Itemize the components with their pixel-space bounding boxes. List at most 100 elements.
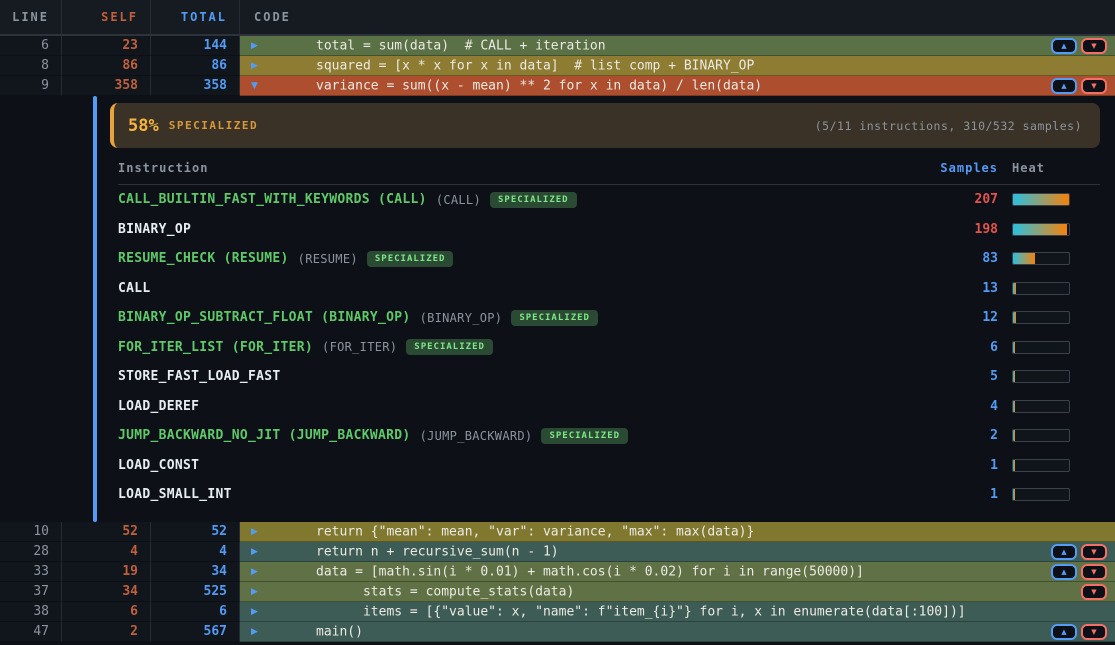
hotspot-nav-buttons: ▲ ▼: [1051, 544, 1107, 560]
heat-bar-fill: [1013, 430, 1015, 441]
instruction-row: JUMP_BACKWARD_NO_JIT (JUMP_BACKWARD) (JU…: [118, 421, 1100, 451]
down-arrow-icon: ▼: [1091, 588, 1096, 596]
code-line-row[interactable]: 33 19 34 ▶ data = [math.sin(i * 0.01) + …: [0, 562, 1115, 582]
code-line-row[interactable]: 47 2 567 ▶ main() ▲ ▼: [0, 622, 1115, 642]
instruction-base-opcode: (FOR_ITER): [322, 340, 397, 354]
next-hotspot-button[interactable]: ▼: [1081, 38, 1107, 54]
expand-toggle-icon[interactable]: ▶: [251, 587, 258, 597]
code-rows-top: 6 23 144 ▶ total = sum(data) # CALL + it…: [0, 36, 1115, 96]
code-cell[interactable]: ▶ return {"mean": mean, "var": variance,…: [240, 522, 1115, 542]
code-line-row[interactable]: 9 358 358 ▼ variance = sum((x - mean) **…: [0, 76, 1115, 96]
source-code: data = [math.sin(i * 0.01) + math.cos(i …: [316, 564, 864, 579]
self-samples: 52: [62, 522, 151, 542]
instruction-samples: 1: [928, 458, 998, 473]
line-number: 47: [0, 622, 62, 642]
instruction-base-opcode: (JUMP_BACKWARD): [420, 429, 533, 443]
specialized-badge: SPECIALIZED: [490, 192, 577, 208]
heat-bar-fill: [1013, 371, 1015, 382]
code-line-row[interactable]: 37 34 525 ▶ stats = compute_stats(data) …: [0, 582, 1115, 602]
prev-hotspot-button[interactable]: ▲: [1051, 78, 1077, 94]
down-arrow-icon: ▼: [1091, 82, 1096, 90]
instruction-name: FOR_ITER_LIST (FOR_ITER): [118, 340, 313, 355]
instruction-samples: 6: [928, 340, 998, 355]
instruction-name: CALL_BUILTIN_FAST_WITH_KEYWORDS (CALL): [118, 192, 427, 207]
instruction-row: STORE_FAST_LOAD_FAST 5: [118, 362, 1100, 392]
next-hotspot-button[interactable]: ▼: [1081, 624, 1107, 640]
expand-toggle-icon[interactable]: ▶: [251, 61, 258, 71]
heat-bar-fill: [1013, 194, 1069, 205]
code-cell[interactable]: ▶ squared = [x * x for x in data] # list…: [240, 56, 1115, 76]
column-header-line: LINE: [0, 0, 62, 34]
instruction-samples: 207: [928, 192, 998, 207]
source-code: stats = compute_stats(data): [316, 584, 574, 599]
expand-toggle-icon[interactable]: ▶: [251, 41, 258, 51]
next-hotspot-button[interactable]: ▼: [1081, 544, 1107, 560]
heat-bar-fill: [1013, 460, 1015, 471]
down-arrow-icon: ▼: [1091, 628, 1096, 636]
next-hotspot-button[interactable]: ▼: [1081, 564, 1107, 580]
down-arrow-icon: ▼: [1091, 548, 1096, 556]
instruction-row: FOR_ITER_LIST (FOR_ITER) (FOR_ITER) SPEC…: [118, 333, 1100, 363]
code-cell[interactable]: ▶ items = [{"value": x, "name": f"item_{…: [240, 602, 1115, 622]
code-cell[interactable]: ▶ stats = compute_stats(data) ▼: [240, 582, 1115, 602]
instruction-samples: 198: [928, 222, 998, 237]
source-code: squared = [x * x for x in data] # list c…: [316, 58, 754, 73]
prev-hotspot-button[interactable]: ▲: [1051, 544, 1077, 560]
expand-toggle-icon[interactable]: ▶: [251, 547, 258, 557]
self-samples: 2: [62, 622, 151, 642]
expand-toggle-icon[interactable]: ▶: [251, 627, 258, 637]
prev-hotspot-button[interactable]: ▲: [1051, 624, 1077, 640]
code-cell[interactable]: ▶ data = [math.sin(i * 0.01) + math.cos(…: [240, 562, 1115, 582]
line-number: 6: [0, 36, 62, 56]
expand-toggle-icon[interactable]: ▼: [251, 81, 258, 91]
instruction-row: LOAD_CONST 1: [118, 451, 1100, 481]
code-cell[interactable]: ▶ main() ▲ ▼: [240, 622, 1115, 642]
source-code: return n + recursive_sum(n - 1): [316, 544, 559, 559]
expand-toggle-icon[interactable]: ▶: [251, 527, 258, 537]
instruction-row: CALL 13: [118, 274, 1100, 304]
prev-hotspot-button[interactable]: ▲: [1051, 38, 1077, 54]
instruction-row: CALL_BUILTIN_FAST_WITH_KEYWORDS (CALL) (…: [118, 185, 1100, 215]
source-code: variance = sum((x - mean) ** 2 for x in …: [316, 78, 762, 93]
instruction-row: BINARY_OP_SUBTRACT_FLOAT (BINARY_OP) (BI…: [118, 303, 1100, 333]
expansion-indicator-line: [93, 96, 97, 522]
expand-toggle-icon[interactable]: ▶: [251, 567, 258, 577]
code-line-row[interactable]: 10 52 52 ▶ return {"mean": mean, "var": …: [0, 522, 1115, 542]
heat-bar: [1012, 223, 1070, 236]
heat-bar: [1012, 252, 1070, 265]
code-cell[interactable]: ▶ total = sum(data) # CALL + iteration ▲…: [240, 36, 1115, 56]
specialization-summary: 58% SPECIALIZED (5/11 instructions, 310/…: [110, 103, 1100, 148]
instruction-name: LOAD_DEREF: [118, 399, 199, 414]
instruction-samples: 1: [928, 487, 998, 502]
line-number: 33: [0, 562, 62, 582]
instruction-base-opcode: (RESUME): [298, 252, 358, 266]
heat-bar: [1012, 488, 1070, 501]
instruction-row: BINARY_OP 198: [118, 215, 1100, 245]
next-hotspot-button[interactable]: ▼: [1081, 584, 1107, 600]
heat-bar-fill: [1013, 224, 1067, 235]
code-cell[interactable]: ▶ return n + recursive_sum(n - 1) ▲ ▼: [240, 542, 1115, 562]
instruction-table: Instruction Samples Heat CALL_BUILTIN_FA…: [118, 161, 1100, 510]
hotspot-nav-buttons: ▼: [1081, 584, 1107, 600]
specialization-counts: (5/11 instructions, 310/532 samples): [815, 119, 1082, 133]
code-line-row[interactable]: 38 6 6 ▶ items = [{"value": x, "name": f…: [0, 602, 1115, 622]
specialized-badge: SPECIALIZED: [406, 339, 493, 355]
next-hotspot-button[interactable]: ▼: [1081, 78, 1107, 94]
heat-bar: [1012, 429, 1070, 442]
total-samples: 144: [151, 36, 240, 56]
prev-hotspot-button[interactable]: ▲: [1051, 564, 1077, 580]
total-samples: 525: [151, 582, 240, 602]
heat-bar: [1012, 282, 1070, 295]
instruction-samples: 2: [928, 428, 998, 443]
heat-bar-fill: [1013, 489, 1015, 500]
source-code: items = [{"value": x, "name": f"item_{i}…: [316, 604, 966, 619]
line-number: 28: [0, 542, 62, 562]
code-line-row[interactable]: 28 4 4 ▶ return n + recursive_sum(n - 1)…: [0, 542, 1115, 562]
code-line-row[interactable]: 8 86 86 ▶ squared = [x * x for x in data…: [0, 56, 1115, 76]
code-rows-bottom: 10 52 52 ▶ return {"mean": mean, "var": …: [0, 522, 1115, 642]
code-line-row[interactable]: 6 23 144 ▶ total = sum(data) # CALL + it…: [0, 36, 1115, 56]
instruction-base-opcode: (BINARY_OP): [420, 311, 503, 325]
self-samples: 19: [62, 562, 151, 582]
expand-toggle-icon[interactable]: ▶: [251, 607, 258, 617]
code-cell[interactable]: ▼ variance = sum((x - mean) ** 2 for x i…: [240, 76, 1115, 96]
